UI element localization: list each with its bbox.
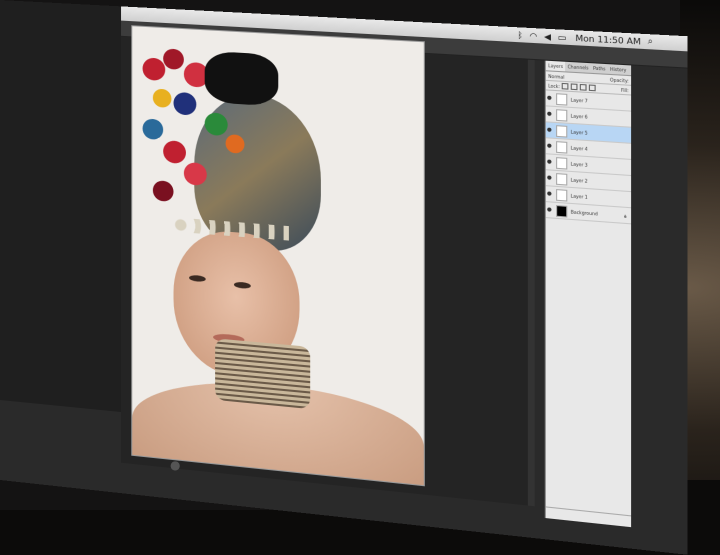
tab-channels[interactable]: Channels: [565, 62, 591, 73]
layer-thumbnail: [556, 108, 568, 122]
layer-thumbnail: [556, 204, 568, 218]
apple-logo-icon: ●: [170, 458, 181, 472]
layers-panel: Layers Channels Paths History Normal Opa…: [544, 60, 632, 528]
pompom-cluster: [142, 47, 327, 234]
layer-name: Layer 3: [570, 160, 588, 168]
layer-thumbnail: [556, 156, 568, 170]
lock-position-icon[interactable]: [580, 83, 588, 91]
lock-image-icon[interactable]: [571, 83, 579, 91]
battery-icon[interactable]: ▭: [558, 32, 567, 42]
visibility-eye-icon[interactable]: ●: [546, 111, 553, 118]
layer-name: Layer 4: [570, 144, 588, 152]
layer-thumbnail: [556, 124, 568, 138]
layer-thumbnail: [556, 188, 568, 202]
visibility-eye-icon[interactable]: ●: [546, 95, 553, 102]
document-image[interactable]: [131, 25, 425, 487]
layer-name: Layer 7: [570, 96, 588, 104]
lock-icon: 🔒︎: [624, 212, 627, 219]
opacity-label: Opacity:: [609, 76, 629, 84]
lock-label: Lock:: [548, 82, 560, 89]
layer-name: Layer 5: [570, 128, 588, 136]
scroll-bar[interactable]: [527, 59, 535, 507]
tab-history[interactable]: History: [608, 64, 629, 75]
volume-icon[interactable]: ◀: [544, 31, 551, 41]
panel-footer: [545, 506, 632, 526]
search-icon[interactable]: ⌕: [648, 36, 653, 47]
fill-label: Fill:: [621, 86, 629, 93]
bluetooth-icon[interactable]: ᛒ: [517, 30, 522, 40]
layer-name: Layer 1: [570, 192, 588, 200]
visibility-eye-icon[interactable]: ●: [546, 190, 553, 198]
tab-layers[interactable]: Layers: [545, 60, 566, 72]
layer-name: Layer 6: [570, 112, 588, 120]
lock-transparency-icon[interactable]: [562, 82, 569, 90]
layer-name: Background: [570, 208, 598, 217]
layer-thumbnail: [556, 140, 568, 154]
layer-thumbnail: [556, 92, 568, 106]
visibility-eye-icon[interactable]: ●: [546, 159, 553, 166]
neck-rings: [215, 338, 311, 410]
tab-paths[interactable]: Paths: [591, 63, 608, 74]
dark-workspace: [0, 0, 132, 414]
layer-thumbnail: [556, 172, 568, 186]
visibility-eye-icon[interactable]: ●: [546, 175, 553, 182]
visibility-eye-icon[interactable]: ●: [546, 206, 553, 213]
visibility-eye-icon[interactable]: ●: [546, 127, 553, 134]
clock[interactable]: Mon 11:50 AM: [575, 33, 640, 46]
wifi-icon[interactable]: ◠: [530, 31, 538, 41]
monitor-screen: ᛒ ◠ ◀ ▭ Mon 11:50 AM ⌕ 214 180 176 137: [0, 0, 688, 555]
lock-all-icon[interactable]: [589, 84, 597, 92]
visibility-eye-icon[interactable]: ●: [546, 143, 553, 150]
blend-mode-select[interactable]: Normal: [548, 73, 564, 79]
layer-name: Layer 2: [570, 176, 588, 184]
